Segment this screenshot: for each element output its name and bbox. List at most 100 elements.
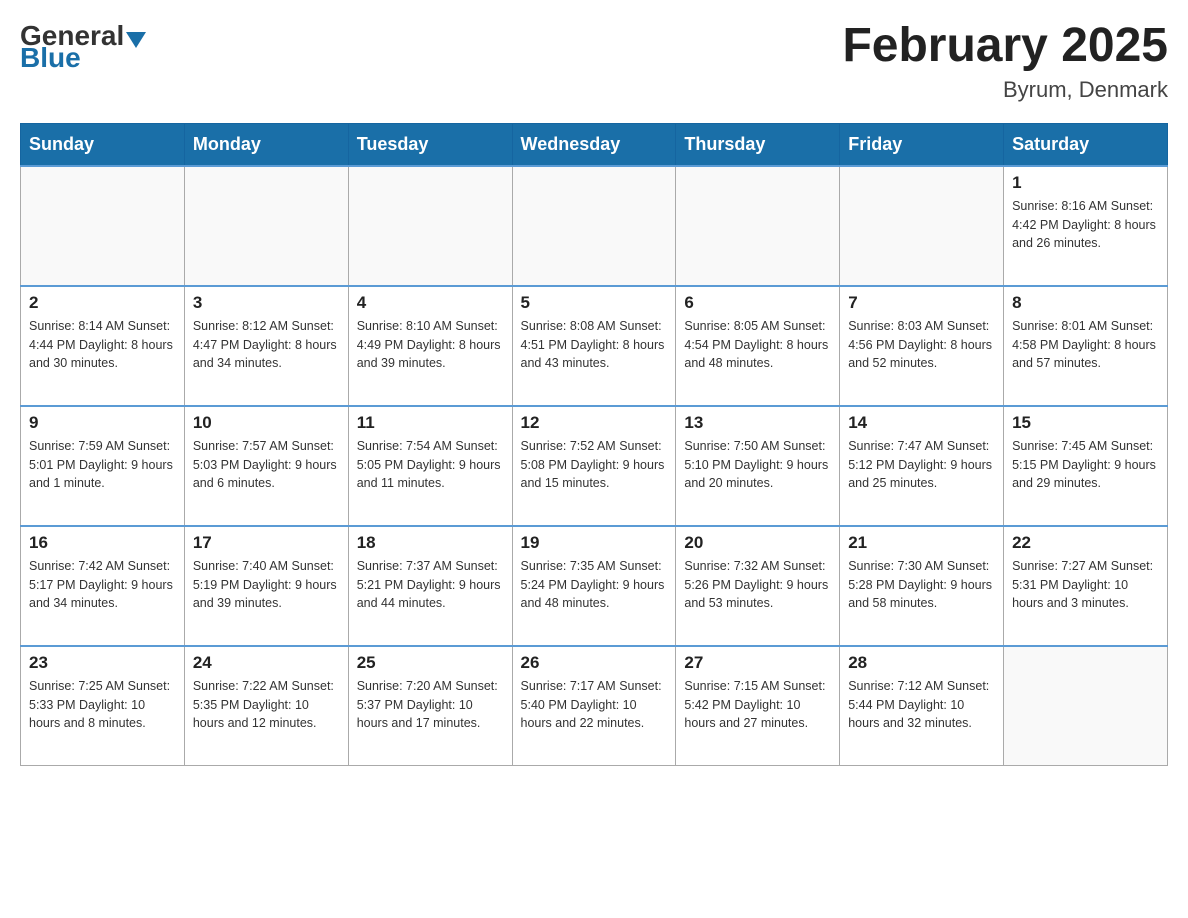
title-area: February 2025 Byrum, Denmark bbox=[842, 20, 1168, 103]
calendar-day-cell: 21 Sunrise: 7:30 AM Sunset: 5:28 PM Dayli… bbox=[840, 526, 1004, 646]
calendar-day-cell: 27 Sunrise: 7:15 AM Sunset: 5:42 PM Dayli… bbox=[676, 646, 840, 766]
day-info: Sunrise: 7:37 AM Sunset: 5:21 PM Dayligh… bbox=[357, 557, 504, 613]
calendar-day-cell bbox=[184, 166, 348, 286]
day-info: Sunrise: 7:30 AM Sunset: 5:28 PM Dayligh… bbox=[848, 557, 995, 613]
day-info: Sunrise: 8:01 AM Sunset: 4:58 PM Dayligh… bbox=[1012, 317, 1159, 373]
calendar-day-cell: 3 Sunrise: 8:12 AM Sunset: 4:47 PM Daylig… bbox=[184, 286, 348, 406]
calendar-week-row: 2Sunrise: 8:14 AM Sunset: 4:44 PM Daylig… bbox=[21, 286, 1168, 406]
page-header: General Blue February 2025 Byrum, Denmar… bbox=[20, 20, 1168, 103]
day-number: 9 bbox=[29, 413, 176, 433]
calendar-day-cell: 5 Sunrise: 8:08 AM Sunset: 4:51 PM Daylig… bbox=[512, 286, 676, 406]
calendar-day-cell: 17 Sunrise: 7:40 AM Sunset: 5:19 PM Dayli… bbox=[184, 526, 348, 646]
day-info: Sunrise: 7:20 AM Sunset: 5:37 PM Dayligh… bbox=[357, 677, 504, 733]
day-info: Sunrise: 7:25 AM Sunset: 5:33 PM Dayligh… bbox=[29, 677, 176, 733]
calendar-week-row: 23Sunrise: 7:25 AM Sunset: 5:33 PM Dayli… bbox=[21, 646, 1168, 766]
day-number: 1 bbox=[1012, 173, 1159, 193]
day-info: Sunrise: 7:50 AM Sunset: 5:10 PM Dayligh… bbox=[684, 437, 831, 493]
day-info: Sunrise: 7:52 AM Sunset: 5:08 PM Dayligh… bbox=[521, 437, 668, 493]
day-number: 27 bbox=[684, 653, 831, 673]
calendar-day-cell: 16 Sunrise: 7:42 AM Sunset: 5:17 PM Dayli… bbox=[21, 526, 185, 646]
calendar-day-cell: 4Sunrise: 8:10 AM Sunset: 4:49 PM Daylig… bbox=[348, 286, 512, 406]
day-number: 28 bbox=[848, 653, 995, 673]
calendar-day-cell bbox=[348, 166, 512, 286]
day-info: Sunrise: 7:59 AM Sunset: 5:01 PM Dayligh… bbox=[29, 437, 176, 493]
day-info: Sunrise: 7:15 AM Sunset: 5:42 PM Dayligh… bbox=[684, 677, 831, 733]
day-info: Sunrise: 8:12 AM Sunset: 4:47 PM Dayligh… bbox=[193, 317, 340, 373]
day-info: Sunrise: 7:35 AM Sunset: 5:24 PM Dayligh… bbox=[521, 557, 668, 613]
day-number: 20 bbox=[684, 533, 831, 553]
calendar-day-cell: 19 Sunrise: 7:35 AM Sunset: 5:24 PM Dayli… bbox=[512, 526, 676, 646]
calendar-day-cell: 11 Sunrise: 7:54 AM Sunset: 5:05 PM Dayli… bbox=[348, 406, 512, 526]
logo: General Blue bbox=[20, 20, 148, 74]
calendar-day-cell bbox=[512, 166, 676, 286]
day-number: 21 bbox=[848, 533, 995, 553]
calendar-day-cell: 6 Sunrise: 8:05 AM Sunset: 4:54 PM Daylig… bbox=[676, 286, 840, 406]
day-info: Sunrise: 7:47 AM Sunset: 5:12 PM Dayligh… bbox=[848, 437, 995, 493]
calendar-table: SundayMondayTuesdayWednesdayThursdayFrid… bbox=[20, 123, 1168, 767]
day-info: Sunrise: 8:08 AM Sunset: 4:51 PM Dayligh… bbox=[521, 317, 668, 373]
calendar-day-header: Sunday bbox=[21, 123, 185, 166]
calendar-day-cell: 23Sunrise: 7:25 AM Sunset: 5:33 PM Dayli… bbox=[21, 646, 185, 766]
day-info: Sunrise: 7:42 AM Sunset: 5:17 PM Dayligh… bbox=[29, 557, 176, 613]
location-text: Byrum, Denmark bbox=[842, 77, 1168, 103]
day-info: Sunrise: 8:05 AM Sunset: 4:54 PM Dayligh… bbox=[684, 317, 831, 373]
day-number: 15 bbox=[1012, 413, 1159, 433]
logo-blue-text: Blue bbox=[20, 42, 81, 73]
calendar-day-header: Saturday bbox=[1004, 123, 1168, 166]
day-info: Sunrise: 7:40 AM Sunset: 5:19 PM Dayligh… bbox=[193, 557, 340, 613]
day-info: Sunrise: 7:12 AM Sunset: 5:44 PM Dayligh… bbox=[848, 677, 995, 733]
calendar-day-header: Wednesday bbox=[512, 123, 676, 166]
calendar-day-header: Monday bbox=[184, 123, 348, 166]
calendar-day-header: Thursday bbox=[676, 123, 840, 166]
calendar-day-cell: 22Sunrise: 7:27 AM Sunset: 5:31 PM Dayli… bbox=[1004, 526, 1168, 646]
calendar-day-cell bbox=[1004, 646, 1168, 766]
calendar-header-row: SundayMondayTuesdayWednesdayThursdayFrid… bbox=[21, 123, 1168, 166]
day-number: 26 bbox=[521, 653, 668, 673]
day-number: 24 bbox=[193, 653, 340, 673]
month-title: February 2025 bbox=[842, 20, 1168, 73]
calendar-day-cell: 2Sunrise: 8:14 AM Sunset: 4:44 PM Daylig… bbox=[21, 286, 185, 406]
day-info: Sunrise: 7:22 AM Sunset: 5:35 PM Dayligh… bbox=[193, 677, 340, 733]
day-info: Sunrise: 8:10 AM Sunset: 4:49 PM Dayligh… bbox=[357, 317, 504, 373]
calendar-day-cell: 14 Sunrise: 7:47 AM Sunset: 5:12 PM Dayli… bbox=[840, 406, 1004, 526]
day-number: 25 bbox=[357, 653, 504, 673]
calendar-day-cell: 28 Sunrise: 7:12 AM Sunset: 5:44 PM Dayli… bbox=[840, 646, 1004, 766]
day-number: 12 bbox=[521, 413, 668, 433]
day-number: 19 bbox=[521, 533, 668, 553]
calendar-day-cell: 1 Sunrise: 8:16 AM Sunset: 4:42 PM Daylig… bbox=[1004, 166, 1168, 286]
day-number: 22 bbox=[1012, 533, 1159, 553]
day-info: Sunrise: 8:14 AM Sunset: 4:44 PM Dayligh… bbox=[29, 317, 176, 373]
day-number: 17 bbox=[193, 533, 340, 553]
calendar-day-cell: 26 Sunrise: 7:17 AM Sunset: 5:40 PM Dayli… bbox=[512, 646, 676, 766]
calendar-day-cell: 8Sunrise: 8:01 AM Sunset: 4:58 PM Daylig… bbox=[1004, 286, 1168, 406]
day-info: Sunrise: 7:17 AM Sunset: 5:40 PM Dayligh… bbox=[521, 677, 668, 733]
day-info: Sunrise: 7:57 AM Sunset: 5:03 PM Dayligh… bbox=[193, 437, 340, 493]
calendar-week-row: 9 Sunrise: 7:59 AM Sunset: 5:01 PM Daylig… bbox=[21, 406, 1168, 526]
day-number: 11 bbox=[357, 413, 504, 433]
calendar-day-cell bbox=[676, 166, 840, 286]
calendar-day-cell: 24 Sunrise: 7:22 AM Sunset: 5:35 PM Dayli… bbox=[184, 646, 348, 766]
calendar-day-cell: 10 Sunrise: 7:57 AM Sunset: 5:03 PM Dayli… bbox=[184, 406, 348, 526]
day-info: Sunrise: 8:03 AM Sunset: 4:56 PM Dayligh… bbox=[848, 317, 995, 373]
day-info: Sunrise: 7:54 AM Sunset: 5:05 PM Dayligh… bbox=[357, 437, 504, 493]
calendar-day-cell bbox=[840, 166, 1004, 286]
day-number: 5 bbox=[521, 293, 668, 313]
day-number: 10 bbox=[193, 413, 340, 433]
logo-triangle-icon bbox=[126, 32, 146, 48]
calendar-day-cell: 12 Sunrise: 7:52 AM Sunset: 5:08 PM Dayli… bbox=[512, 406, 676, 526]
day-number: 6 bbox=[684, 293, 831, 313]
calendar-day-cell: 18Sunrise: 7:37 AM Sunset: 5:21 PM Dayli… bbox=[348, 526, 512, 646]
day-number: 7 bbox=[848, 293, 995, 313]
day-number: 14 bbox=[848, 413, 995, 433]
calendar-day-cell: 15 Sunrise: 7:45 AM Sunset: 5:15 PM Dayli… bbox=[1004, 406, 1168, 526]
day-info: Sunrise: 7:32 AM Sunset: 5:26 PM Dayligh… bbox=[684, 557, 831, 613]
calendar-day-header: Friday bbox=[840, 123, 1004, 166]
day-number: 3 bbox=[193, 293, 340, 313]
calendar-day-cell: 13 Sunrise: 7:50 AM Sunset: 5:10 PM Dayli… bbox=[676, 406, 840, 526]
calendar-day-cell: 25 Sunrise: 7:20 AM Sunset: 5:37 PM Dayli… bbox=[348, 646, 512, 766]
day-info: Sunrise: 8:16 AM Sunset: 4:42 PM Dayligh… bbox=[1012, 197, 1159, 253]
calendar-day-cell: 9 Sunrise: 7:59 AM Sunset: 5:01 PM Daylig… bbox=[21, 406, 185, 526]
day-number: 13 bbox=[684, 413, 831, 433]
day-info: Sunrise: 7:45 AM Sunset: 5:15 PM Dayligh… bbox=[1012, 437, 1159, 493]
day-number: 16 bbox=[29, 533, 176, 553]
